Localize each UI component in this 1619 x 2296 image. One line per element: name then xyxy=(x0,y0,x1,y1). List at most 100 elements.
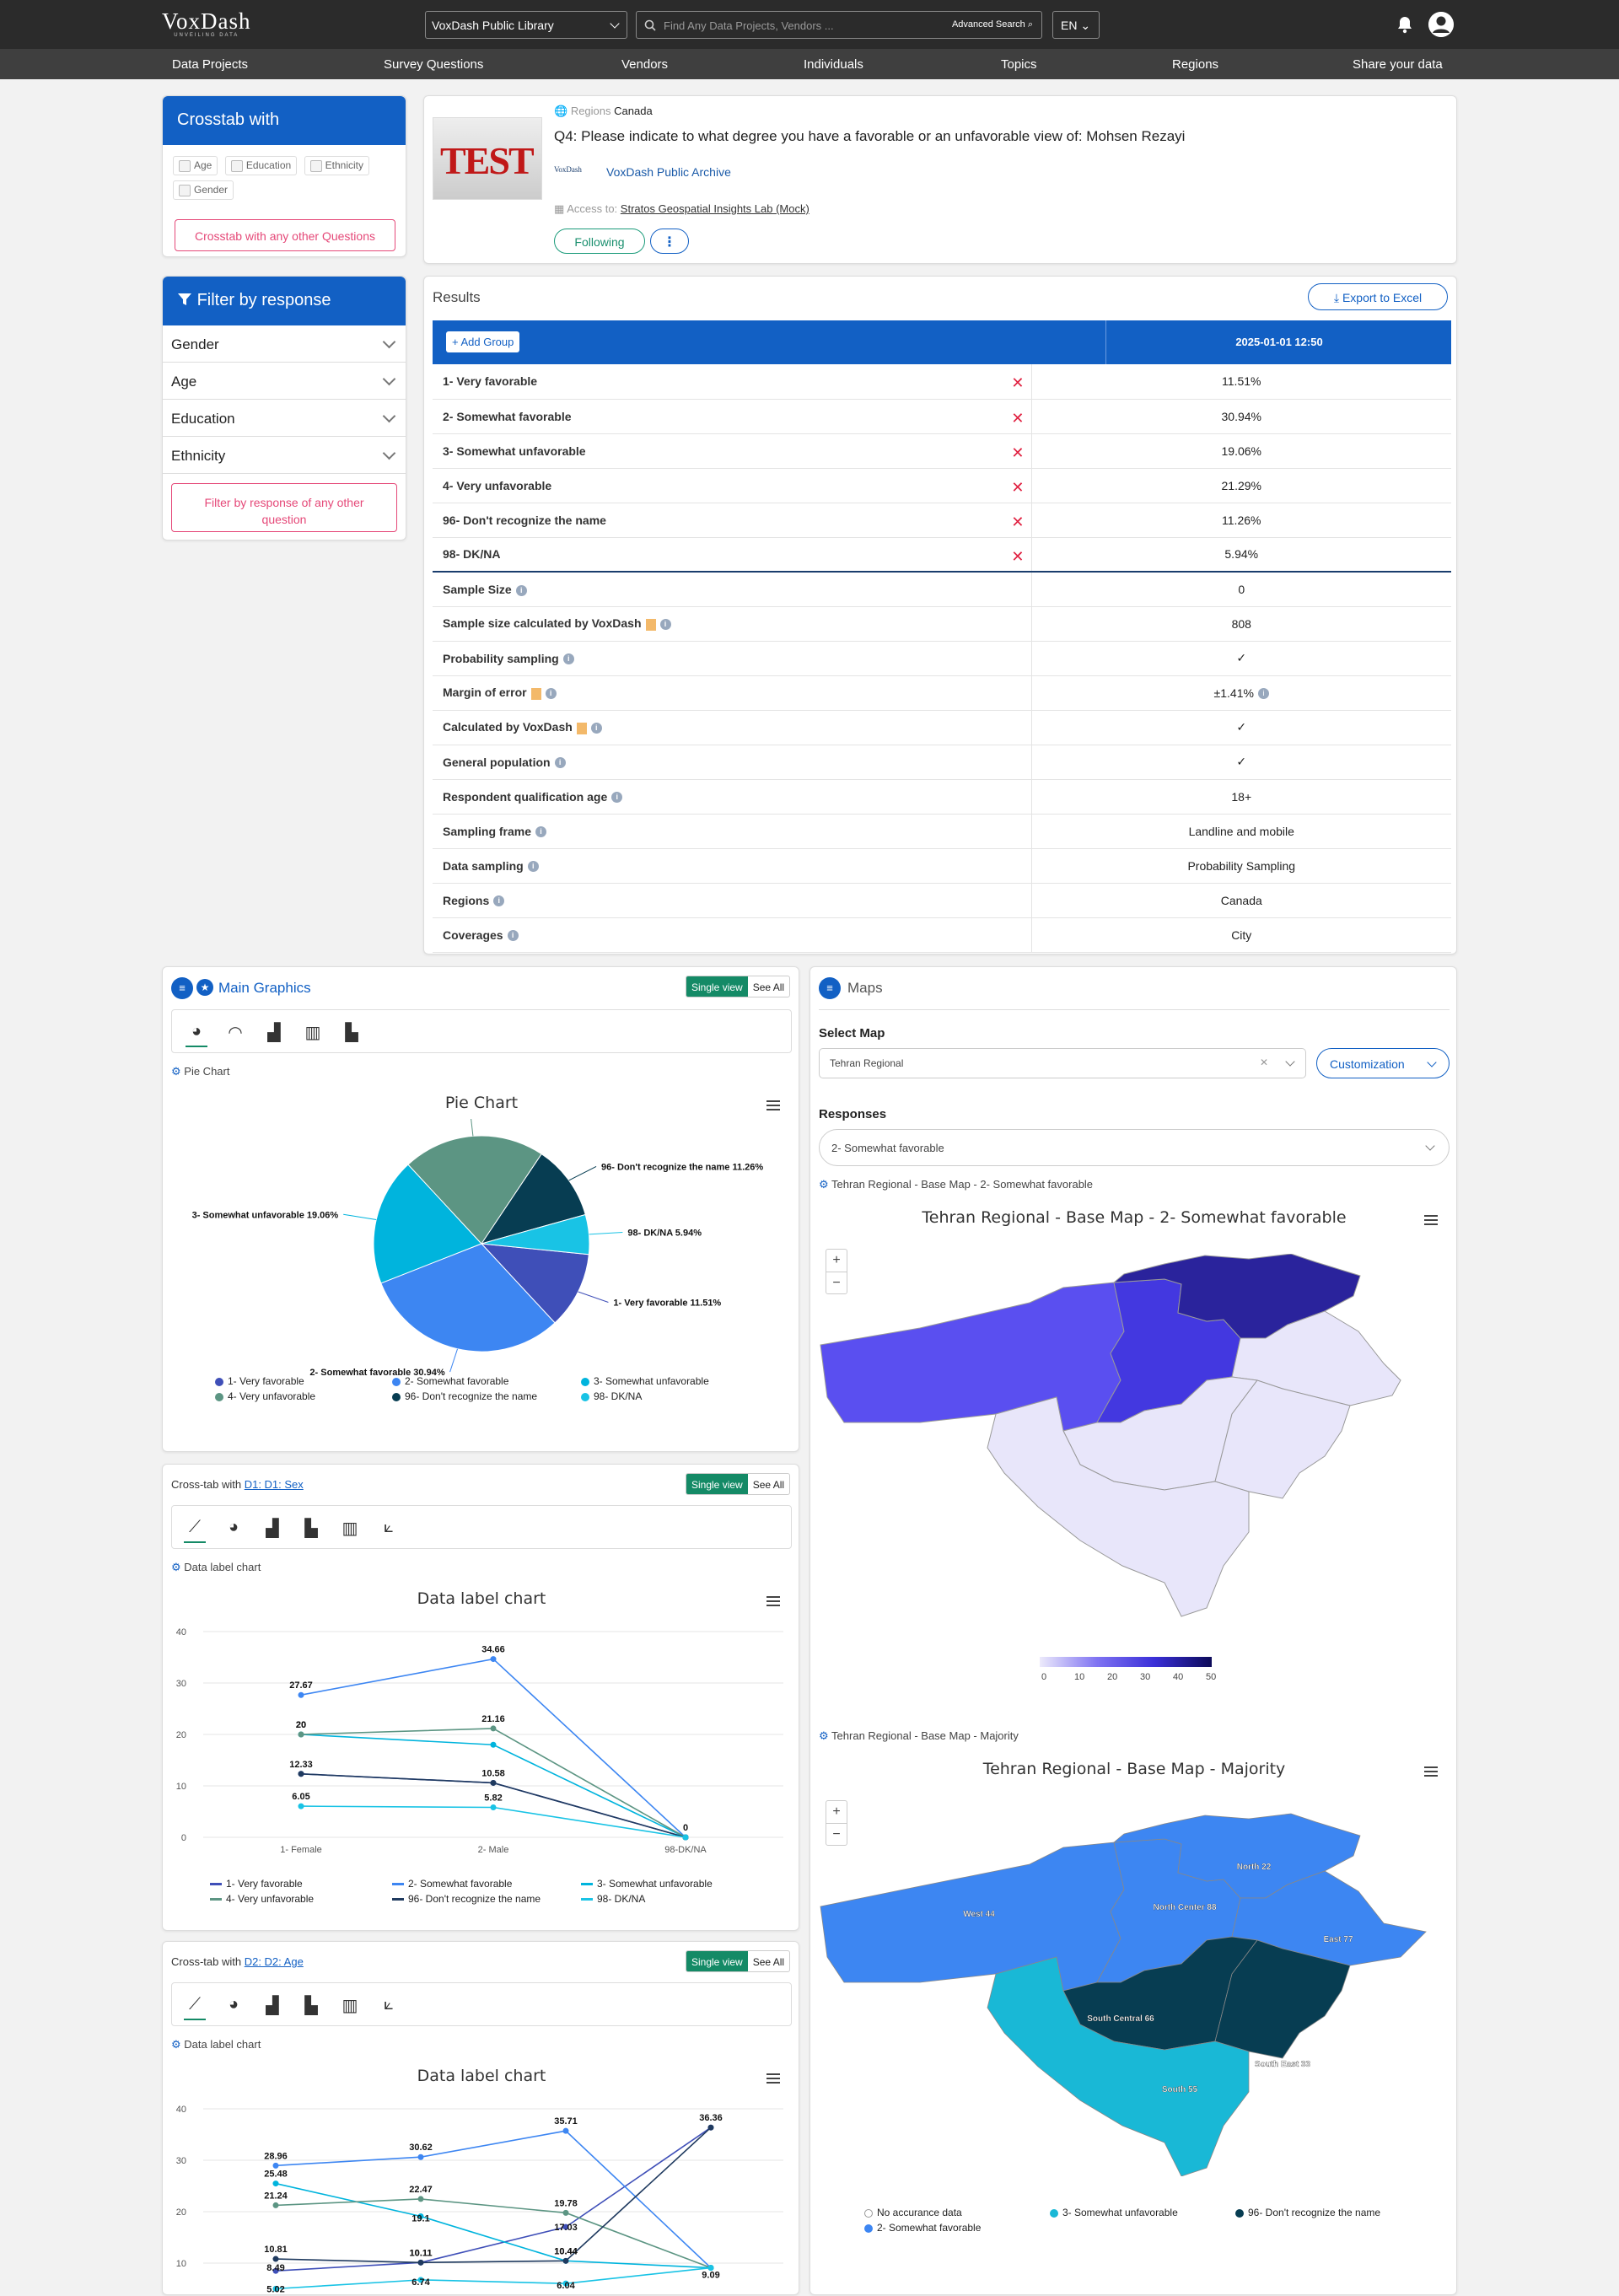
nav-topics[interactable]: Topics xyxy=(1001,57,1037,72)
choropleth-map[interactable] xyxy=(810,1254,1458,1642)
stacked-bar-icon[interactable]: ▥ xyxy=(302,1022,324,1042)
bar-chart-icon[interactable]: ▙ xyxy=(300,1518,322,1538)
remove-icon[interactable]: ✕ xyxy=(1011,548,1024,566)
nav-survey-questions[interactable]: Survey Questions xyxy=(384,57,483,72)
info-icon[interactable]: i xyxy=(611,792,623,804)
advanced-search-button[interactable]: Advanced Search ⌕ xyxy=(952,19,1033,30)
legend-96-don-t-recognize-the-name[interactable]: 96- Don't recognize the name xyxy=(392,1390,537,1402)
info-icon[interactable]: i xyxy=(545,688,557,700)
data-point[interactable] xyxy=(298,1803,304,1809)
legend-4-very-unfavorable[interactable]: 4- Very unfavorable xyxy=(215,1390,315,1402)
filter-other-button[interactable]: Filter by response of any other question xyxy=(171,483,397,532)
info-icon[interactable]: i xyxy=(590,723,602,734)
chart-menu-icon[interactable] xyxy=(766,1100,780,1110)
single-view-button[interactable]: Single view xyxy=(686,1474,748,1494)
filter-age[interactable]: Age xyxy=(163,363,406,400)
customization-button[interactable]: Customization xyxy=(1316,1048,1450,1078)
series-line-1-very-favorable[interactable] xyxy=(275,2127,712,2272)
nav-data-projects[interactable]: Data Projects xyxy=(172,57,248,72)
crosstab-other-button[interactable]: Crosstab with any other Questions xyxy=(175,219,395,251)
remove-icon[interactable]: ✕ xyxy=(1011,514,1024,531)
line-chart-icon[interactable]: ⟋ xyxy=(184,1995,206,2020)
remove-icon[interactable]: ✕ xyxy=(1011,479,1024,497)
data-point[interactable] xyxy=(707,2265,714,2272)
series-line-2-somewhat-favorable[interactable] xyxy=(275,2130,712,2269)
data-point[interactable] xyxy=(272,2202,279,2208)
source-link[interactable]: VoxDash Public Archive xyxy=(606,165,731,179)
logo[interactable]: VoxDash UNVEILING DATA xyxy=(162,8,251,38)
gauge-chart-icon[interactable]: ◠ xyxy=(224,1022,246,1042)
legend-3-somewhat-unfavorable[interactable]: 3- Somewhat unfavorable xyxy=(581,1375,709,1387)
single-view-button[interactable]: Single view xyxy=(686,1951,748,1971)
see-all-button[interactable]: See All xyxy=(748,976,789,997)
trend-chart-icon[interactable]: ⟀ xyxy=(378,1995,400,2015)
combo-chart-icon[interactable]: ▟ xyxy=(261,1518,283,1538)
info-icon[interactable]: i xyxy=(493,895,505,907)
info-icon[interactable]: i xyxy=(1257,688,1269,700)
combo-chart-icon[interactable]: ▟ xyxy=(263,1022,285,1042)
crosstab-age-link[interactable]: D2: D2: Age xyxy=(245,1955,304,1968)
legend-4-very-unfavorable[interactable]: 4- Very unfavorable xyxy=(210,1893,314,1905)
trend-chart-icon[interactable]: ⟀ xyxy=(378,1518,400,1538)
following-button[interactable]: Following xyxy=(554,229,645,254)
chart-menu-icon[interactable] xyxy=(766,1596,780,1606)
user-avatar-icon[interactable] xyxy=(1428,12,1454,37)
pie-chart-icon[interactable]: ◕ xyxy=(186,1022,207,1047)
clear-icon[interactable]: ✕ xyxy=(1260,1057,1268,1068)
filter-gender[interactable]: Gender xyxy=(163,325,406,363)
series-line-2-somewhat-favorable[interactable] xyxy=(300,1658,686,1838)
map1-settings[interactable]: ⚙ Tehran Regional - Base Map - 2- Somewh… xyxy=(819,1178,1093,1191)
data-point[interactable] xyxy=(298,1691,304,1698)
filter-ethnicity[interactable]: Ethnicity xyxy=(163,437,406,474)
see-all-button[interactable]: See All xyxy=(748,1951,789,1971)
legend-2-somewhat-favorable[interactable]: 2- Somewhat favorable xyxy=(392,1878,512,1890)
series-line-98-dk-na[interactable] xyxy=(300,1805,686,1838)
combo-chart-icon[interactable]: ▟ xyxy=(261,1995,283,2015)
legend-1-very-favorable[interactable]: 1- Very favorable xyxy=(215,1375,304,1387)
remove-icon[interactable]: ✕ xyxy=(1011,374,1024,392)
data-point[interactable] xyxy=(272,2162,279,2169)
response-select[interactable]: 2- Somewhat favorable xyxy=(819,1129,1450,1166)
chart-menu-icon[interactable] xyxy=(766,2073,780,2084)
legend-2-somewhat-favorable[interactable]: 2- Somewhat favorable xyxy=(392,1375,508,1387)
pie-chart-icon[interactable]: ◕ xyxy=(223,1518,245,1538)
bell-icon[interactable] xyxy=(1396,15,1413,34)
filter-education[interactable]: Education xyxy=(163,400,406,437)
collapse-icon[interactable]: ≡ xyxy=(171,977,193,999)
library-select[interactable]: VoxDash Public Library xyxy=(425,11,627,39)
crosstab-ethnicity-checkbox[interactable]: Ethnicity xyxy=(304,156,369,175)
crosstab-gender-checkbox[interactable]: Gender xyxy=(173,180,234,200)
see-all-button[interactable]: See All xyxy=(748,1474,789,1494)
data-point[interactable] xyxy=(417,2259,424,2266)
map-select[interactable]: Tehran Regional ✕ xyxy=(819,1048,1306,1078)
data-point[interactable] xyxy=(272,2256,279,2262)
chart-settings[interactable]: ⚙ Pie Chart xyxy=(171,1065,229,1078)
map-legend-dont-recognize[interactable]: 96- Don't recognize the name xyxy=(1235,2207,1380,2218)
info-icon[interactable]: i xyxy=(527,861,539,873)
series-line-4-very-unfavorable[interactable] xyxy=(275,2198,712,2269)
legend-98-dk-na[interactable]: 98- DK/NA xyxy=(581,1390,642,1402)
data-point[interactable] xyxy=(707,2124,714,2131)
data-point[interactable] xyxy=(490,1804,497,1810)
data-point[interactable] xyxy=(417,2154,424,2160)
info-icon[interactable]: i xyxy=(659,619,671,631)
stacked-bar-icon[interactable]: ▥ xyxy=(339,1995,361,2015)
data-point[interactable] xyxy=(272,2180,279,2187)
data-point[interactable] xyxy=(562,2127,569,2134)
majority-map[interactable]: West 44 North Center 88 North 22 East 77 Sou… xyxy=(810,1805,1458,2176)
language-select[interactable]: EN ⌄ xyxy=(1052,11,1100,39)
data-point[interactable] xyxy=(562,2209,569,2216)
data-point[interactable] xyxy=(490,1779,497,1786)
remove-icon[interactable]: ✕ xyxy=(1011,444,1024,462)
info-icon[interactable]: i xyxy=(535,826,547,838)
legend-98-dk-na[interactable]: 98- DK/NA xyxy=(581,1893,645,1905)
map-region-west[interactable] xyxy=(820,1282,1125,1432)
access-org-link[interactable]: Stratos Geospatial Insights Lab (Mock) xyxy=(621,202,810,215)
chart-settings[interactable]: ⚙ Data label chart xyxy=(171,1561,261,1574)
crosstab-education-checkbox[interactable]: Education xyxy=(224,156,298,175)
data-point[interactable] xyxy=(298,1731,304,1738)
pie-chart-icon[interactable]: ◕ xyxy=(223,1995,245,2015)
add-group-button[interactable]: + Add Group xyxy=(446,331,520,352)
chart-settings[interactable]: ⚙ Data label chart xyxy=(171,2038,261,2051)
legend-1-very-favorable[interactable]: 1- Very favorable xyxy=(210,1878,303,1890)
